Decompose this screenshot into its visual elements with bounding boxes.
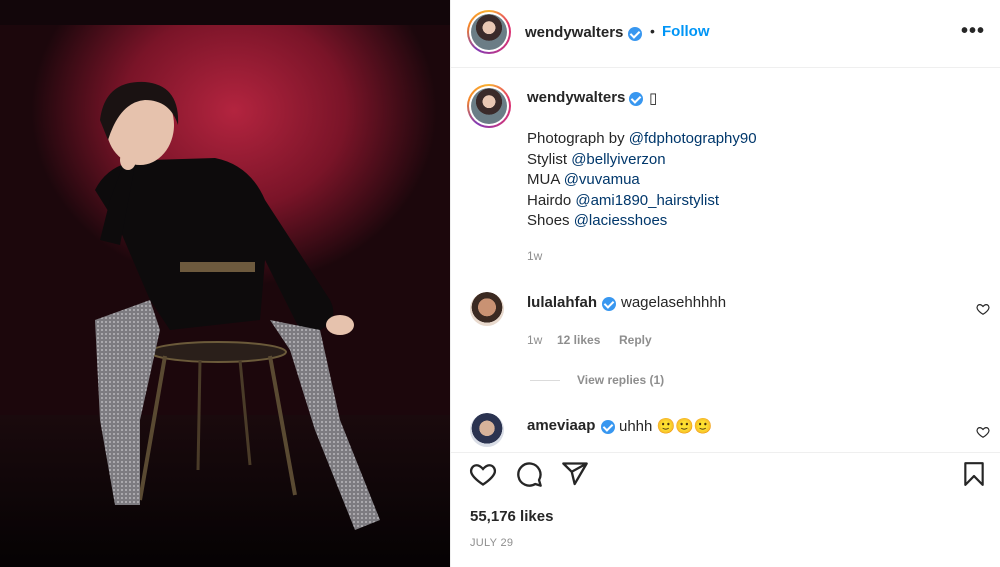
caption-text: Shoes bbox=[527, 212, 574, 229]
post-actions: 55,176 likes JULY 29 bbox=[451, 452, 1000, 567]
post-date[interactable]: JULY 29 bbox=[470, 537, 513, 549]
mention-link[interactable]: @fdphotography90 bbox=[629, 130, 757, 147]
post-detail-panel: wendywalters • Follow ••• wendywalters ▯… bbox=[450, 0, 1000, 567]
likes-count[interactable]: 55,176 likes bbox=[470, 508, 553, 525]
commenter-avatar[interactable] bbox=[470, 413, 504, 447]
caption-line: Shoes @laciesshoes bbox=[527, 212, 667, 229]
commenter-avatar[interactable] bbox=[470, 292, 504, 326]
caption-text: Stylist bbox=[527, 151, 572, 168]
caption-line: MUA @vuvamua bbox=[527, 171, 640, 188]
comment-text: uhhh 🙂🙂🙂 bbox=[619, 418, 713, 435]
bookmark-icon[interactable] bbox=[961, 460, 987, 488]
caption-line: Photograph by @fdphotography90 bbox=[527, 130, 757, 147]
verified-icon bbox=[601, 420, 615, 434]
caption-username[interactable]: wendywalters bbox=[527, 89, 625, 106]
comment-likes[interactable]: 12 likes bbox=[557, 333, 600, 347]
caption-timestamp[interactable]: 1w bbox=[527, 249, 542, 263]
caption-line: Hairdo @ami1890_hairstylist bbox=[527, 192, 719, 209]
comment-icon[interactable] bbox=[515, 460, 543, 488]
mention-link[interactable]: @ami1890_hairstylist bbox=[575, 192, 719, 209]
commenter-username[interactable]: lulalahfah bbox=[527, 294, 597, 311]
caption-line: Stylist @bellyiverzon bbox=[527, 151, 666, 168]
verified-icon bbox=[628, 27, 642, 41]
separator-dot: • bbox=[650, 23, 655, 39]
verified-icon bbox=[602, 297, 616, 311]
view-replies-divider bbox=[530, 380, 560, 381]
caption-text: Photograph by bbox=[527, 130, 629, 147]
like-heart-icon[interactable] bbox=[469, 460, 497, 488]
author-username[interactable]: wendywalters bbox=[525, 24, 623, 41]
mention-link[interactable]: @vuvamua bbox=[564, 171, 640, 188]
verified-icon bbox=[629, 92, 643, 106]
comment-text: wagelasehhhhh bbox=[621, 294, 727, 311]
more-options-icon[interactable]: ••• bbox=[961, 20, 985, 43]
comment-like-heart-icon[interactable] bbox=[976, 302, 990, 316]
reply-button[interactable]: Reply bbox=[619, 333, 652, 347]
commenter-username[interactable]: ameviaap bbox=[527, 417, 595, 434]
mention-link[interactable]: @bellyiverzon bbox=[571, 151, 665, 168]
comment-timestamp[interactable]: 1w bbox=[527, 333, 542, 347]
post-photo-illustration bbox=[0, 0, 450, 567]
caption-text: Hairdo bbox=[527, 192, 576, 209]
follow-button[interactable]: Follow bbox=[662, 23, 710, 40]
comment-like-heart-icon[interactable] bbox=[976, 425, 990, 439]
mention-link[interactable]: @laciesshoes bbox=[574, 212, 668, 229]
view-replies-button[interactable]: View replies (1) bbox=[577, 373, 664, 387]
post-photo bbox=[0, 0, 450, 567]
caption-text: MUA bbox=[527, 171, 564, 188]
share-icon[interactable] bbox=[561, 460, 589, 488]
post-header: wendywalters • Follow ••• bbox=[451, 0, 1000, 68]
author-avatar[interactable] bbox=[467, 10, 511, 54]
caption-emoji: ▯ bbox=[649, 90, 658, 107]
comment-clip: ameviaap uhhh 🙂🙂🙂 bbox=[451, 405, 1000, 452]
caption-author-avatar[interactable] bbox=[467, 84, 511, 128]
